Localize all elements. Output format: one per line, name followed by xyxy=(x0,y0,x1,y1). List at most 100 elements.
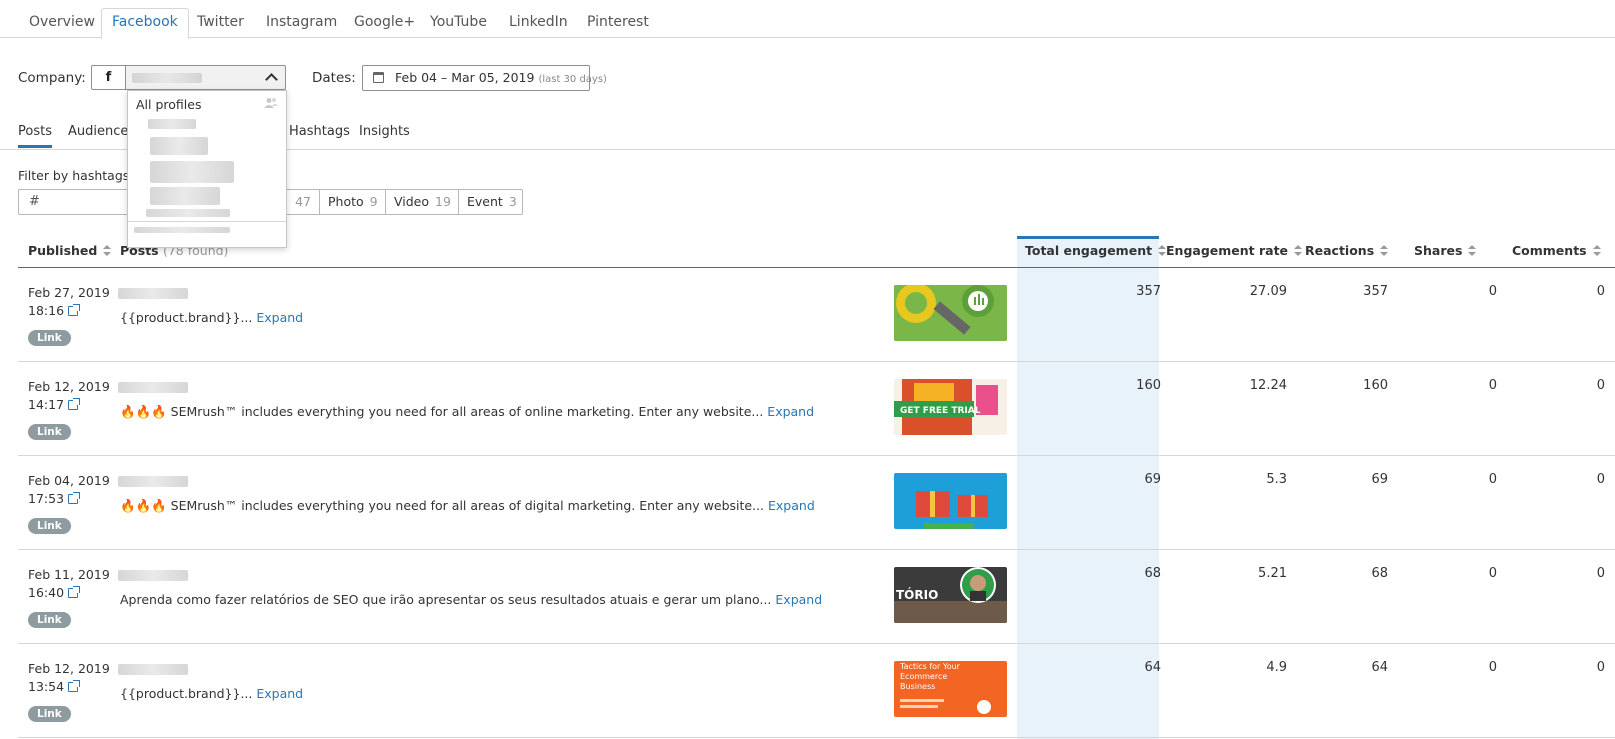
post-type-badge: Link xyxy=(28,424,71,440)
post-date-value: Feb 11, 2019 xyxy=(28,567,110,582)
external-link-icon[interactable] xyxy=(68,304,81,316)
reactions-value: 69 xyxy=(1371,472,1388,487)
col-reactions-label: Reactions xyxy=(1305,243,1375,258)
tab-facebook[interactable]: Facebook xyxy=(101,8,189,39)
hashtag-input[interactable]: # xyxy=(18,189,138,215)
dropdown-option-redacted[interactable] xyxy=(150,161,234,183)
post-time: 13:54 xyxy=(28,679,65,694)
col-engagement-rate-label: Engagement rate xyxy=(1166,243,1289,258)
expand-link[interactable]: Expand xyxy=(256,686,303,701)
post-text-value: Aprenda como fazer relatórios de SEO que… xyxy=(120,592,772,607)
calendar-icon xyxy=(373,72,384,83)
dropdown-option-redacted[interactable] xyxy=(134,227,230,233)
post-thumbnail[interactable] xyxy=(894,473,1007,529)
date-range-picker[interactable]: Feb 04 – Mar 05, 2019 (last 30 days) xyxy=(362,65,607,91)
facebook-icon: f xyxy=(91,65,126,90)
col-published[interactable]: Published xyxy=(28,243,112,258)
tab-overview[interactable]: Overview xyxy=(29,9,95,38)
post-type-badge: Link xyxy=(28,612,71,628)
tab-instagram[interactable]: Instagram xyxy=(266,9,337,38)
post-type-video-label: Video xyxy=(394,194,430,209)
tab-googleplus[interactable]: Google+ xyxy=(354,9,415,38)
post-type-video[interactable]: Video 19 xyxy=(385,189,459,215)
expand-link[interactable]: Expand xyxy=(775,592,822,607)
subtab-hashtags[interactable]: Hashtags xyxy=(289,124,350,139)
post-type-photo-label: Photo xyxy=(328,194,364,209)
col-comments[interactable]: Comments xyxy=(1512,243,1601,258)
engagement-rate-value: 27.09 xyxy=(1249,284,1287,299)
dropdown-option-redacted[interactable] xyxy=(150,137,208,155)
tab-youtube[interactable]: YouTube xyxy=(430,9,487,38)
thumbnail-label: GET FREE TRIAL xyxy=(900,406,981,416)
table-row: Feb 12, 2019 13:54 Link {{product.brand}}… xyxy=(18,644,1615,738)
dropdown-option-redacted[interactable] xyxy=(146,209,230,217)
post-type-badge: Link xyxy=(28,330,71,346)
dropdown-option-redacted[interactable] xyxy=(150,187,220,205)
subtab-posts[interactable]: Posts xyxy=(18,124,52,148)
col-reactions[interactable]: Reactions xyxy=(1305,243,1389,258)
post-thumbnail[interactable] xyxy=(894,285,1007,341)
post-text: {{product.brand}}... Expand xyxy=(120,686,303,701)
col-engagement-rate[interactable]: Engagement rate xyxy=(1166,243,1303,258)
table-row: Feb 27, 2019 18:16 Link {{product.brand}}… xyxy=(18,268,1615,362)
post-text-value: 🔥🔥🔥 SEMrush™ includes everything you nee… xyxy=(120,404,764,419)
post-type-badge: Link xyxy=(28,518,71,534)
col-shares[interactable]: Shares xyxy=(1414,243,1477,258)
dropdown-option-redacted[interactable] xyxy=(148,119,196,129)
hashtag-filter-title: Filter by hashtags xyxy=(18,168,130,183)
dropdown-all-profiles[interactable]: All profiles xyxy=(136,97,201,112)
post-text: Aprenda como fazer relatórios de SEO que… xyxy=(120,592,822,607)
table-row: Feb 12, 2019 14:17 Link 🔥🔥🔥 SEMrush™ incl… xyxy=(18,362,1615,456)
comments-value: 0 xyxy=(1596,472,1605,487)
total-engagement-value: 64 xyxy=(1144,660,1161,675)
subtab-audience[interactable]: Audience xyxy=(68,124,128,139)
tab-linkedin[interactable]: LinkedIn xyxy=(509,9,568,38)
external-link-icon[interactable] xyxy=(68,680,81,692)
comments-value: 0 xyxy=(1596,566,1605,581)
expand-link[interactable]: Expand xyxy=(768,498,815,513)
engagement-rate-value: 5.3 xyxy=(1266,472,1287,487)
company-name-redacted xyxy=(132,73,202,83)
sort-icon xyxy=(1158,245,1167,257)
thumbnail-label: Tactics for Your Ecommerce Business xyxy=(900,662,960,691)
thumbnail-label: TÓRIO xyxy=(896,587,938,602)
post-type-event[interactable]: Event 3 xyxy=(458,189,523,215)
profile-name-redacted xyxy=(118,476,188,487)
post-date: Feb 12, 2019 13:54 xyxy=(28,660,110,696)
shares-value: 0 xyxy=(1488,284,1497,299)
engagement-rate-value: 5.21 xyxy=(1258,566,1287,581)
post-type-photo[interactable]: Photo 9 xyxy=(319,189,386,215)
date-range-hint: (last 30 days) xyxy=(538,74,607,85)
post-time: 16:40 xyxy=(28,585,65,600)
company-select[interactable] xyxy=(126,65,286,90)
company-dropdown: All profiles xyxy=(127,90,287,248)
post-thumbnail[interactable]: TÓRIO xyxy=(894,567,1007,623)
tab-twitter[interactable]: Twitter xyxy=(197,9,244,38)
col-total-engagement-label: Total engagement xyxy=(1025,243,1153,258)
shares-value: 0 xyxy=(1488,660,1497,675)
engagement-rate-value: 4.9 xyxy=(1266,660,1287,675)
post-date: Feb 04, 2019 17:53 xyxy=(28,472,110,508)
post-time: 17:53 xyxy=(28,491,65,506)
profile-name-redacted xyxy=(118,570,188,581)
post-type-badge: Link xyxy=(28,706,71,722)
external-link-icon[interactable] xyxy=(68,398,81,410)
post-date-value: Feb 04, 2019 xyxy=(28,473,110,488)
date-range-value: Feb 04 – Mar 05, 2019 xyxy=(395,70,535,85)
subtab-insights[interactable]: Insights xyxy=(359,124,410,139)
external-link-icon[interactable] xyxy=(68,586,81,598)
comments-value: 0 xyxy=(1596,284,1605,299)
post-thumbnail[interactable]: Tactics for Your Ecommerce Business xyxy=(894,661,1007,717)
tab-pinterest[interactable]: Pinterest xyxy=(587,9,649,38)
post-type-all-count: 47 xyxy=(295,194,311,209)
col-total-engagement[interactable]: Total engagement xyxy=(1025,243,1167,258)
external-link-icon[interactable] xyxy=(68,492,81,504)
profile-name-redacted xyxy=(118,288,188,299)
expand-link[interactable]: Expand xyxy=(767,404,814,419)
sort-icon xyxy=(1592,245,1601,257)
expand-link[interactable]: Expand xyxy=(256,310,303,325)
engagement-rate-value: 12.24 xyxy=(1249,378,1287,393)
shares-value: 0 xyxy=(1488,378,1497,393)
post-thumbnail[interactable]: GET FREE TRIAL xyxy=(894,379,1007,435)
post-date: Feb 27, 2019 18:16 xyxy=(28,284,110,320)
